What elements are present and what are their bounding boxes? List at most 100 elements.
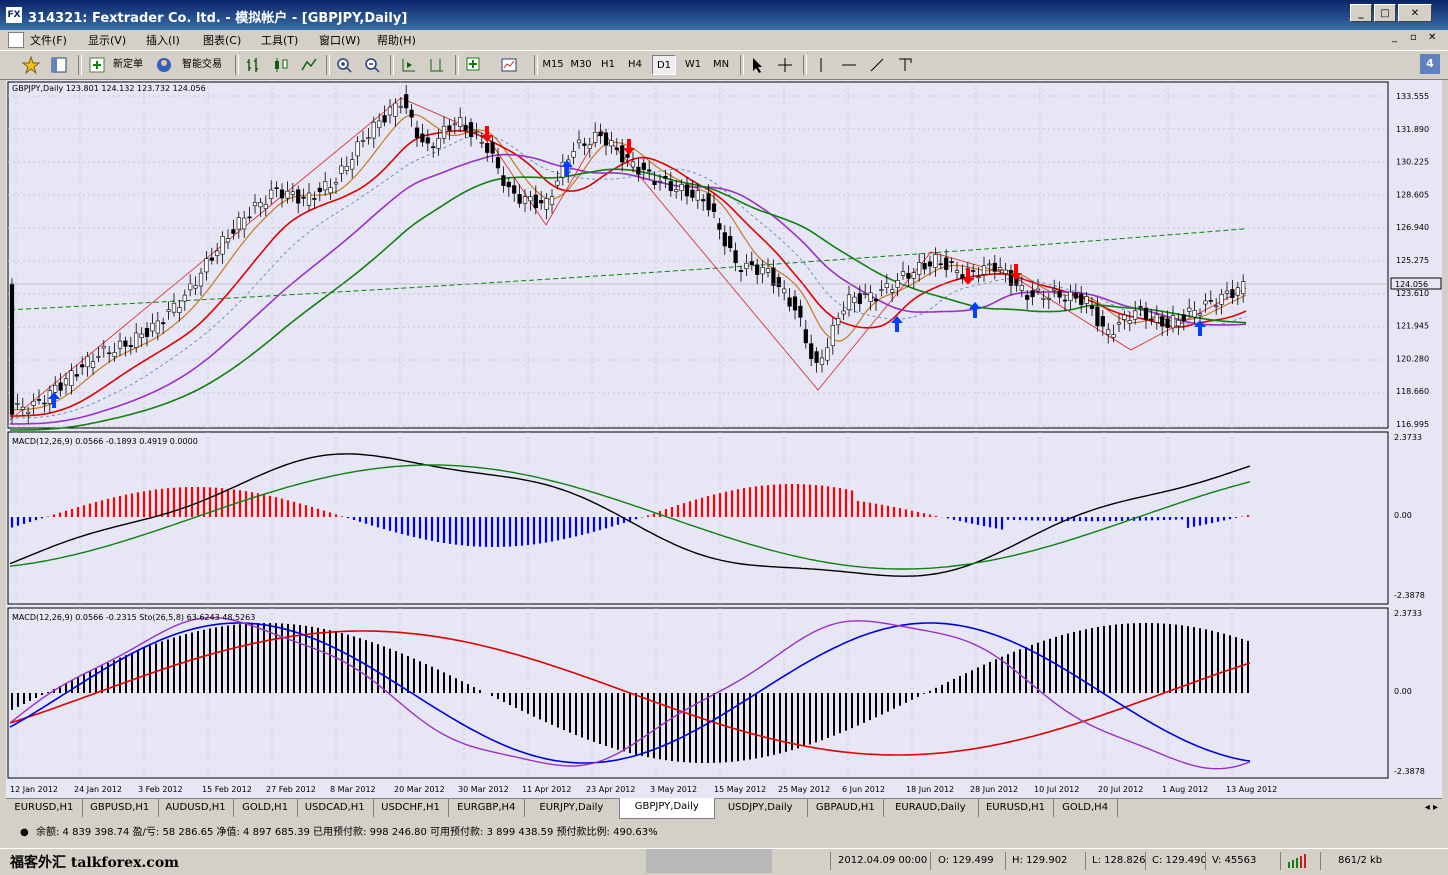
child-minimize-button[interactable]: _ bbox=[1392, 32, 1397, 43]
date-label: 11 Apr 2012 bbox=[522, 785, 571, 794]
pane-0 bbox=[7, 81, 1389, 429]
chart-canvas[interactable]: GBPJPY,Daily 123.801 124.132 123.732 124… bbox=[6, 80, 1442, 798]
navigator-icon[interactable] bbox=[50, 56, 68, 74]
candle-body bbox=[425, 137, 430, 144]
macd1-axis-label: -2.3878 bbox=[1394, 591, 1425, 600]
text-tool-icon[interactable] bbox=[896, 56, 914, 74]
date-label: 3 May 2012 bbox=[650, 785, 697, 794]
tab-gbpusd-h1[interactable]: GBPUSD,H1 bbox=[82, 799, 159, 817]
menu-tools[interactable]: 工具(T) bbox=[261, 32, 298, 48]
tab-eurusd-h1[interactable]: EURUSD,H1 bbox=[6, 799, 83, 817]
candle-body bbox=[825, 347, 830, 361]
candle-body bbox=[954, 270, 960, 274]
status-volume: V: 45563 bbox=[1212, 855, 1257, 866]
maximize-button[interactable]: □ bbox=[1374, 4, 1396, 22]
menu-chart[interactable]: 图表(C) bbox=[203, 32, 241, 48]
candle-body bbox=[706, 193, 711, 211]
new-order-button[interactable]: 新定单 bbox=[108, 55, 148, 75]
templates-icon[interactable] bbox=[500, 56, 518, 74]
timeframe-w1[interactable]: W1 bbox=[680, 55, 706, 75]
tab-usdjpy-daily[interactable]: USDJPY,Daily bbox=[713, 799, 809, 817]
candle-body bbox=[663, 175, 668, 179]
tab-gbpjpy-daily[interactable]: GBPJPY,Daily bbox=[618, 798, 715, 819]
close-button[interactable]: ✕ bbox=[1398, 4, 1432, 22]
account-info-bar: ● 余额: 4 839 398.74 盈/亏: 58 286.65 净值: 4 … bbox=[6, 822, 1442, 844]
expert-advisor-icon[interactable] bbox=[155, 56, 173, 74]
price-label: 118.660 bbox=[1396, 387, 1429, 396]
menu-window[interactable]: 窗口(W) bbox=[319, 32, 360, 48]
timeframe-m30[interactable]: M30 bbox=[568, 55, 594, 75]
bar-chart-icon[interactable] bbox=[245, 56, 263, 74]
candle-body bbox=[317, 187, 322, 192]
macd1-axis-label: 0.00 bbox=[1394, 511, 1412, 520]
child-restore-button[interactable]: ▫ bbox=[1410, 32, 1417, 43]
candle-body bbox=[1181, 314, 1186, 322]
timeframe-h1[interactable]: H1 bbox=[596, 55, 620, 75]
candle-body bbox=[296, 189, 301, 204]
candle-body bbox=[927, 261, 933, 267]
candle-body bbox=[652, 180, 657, 186]
tab-gold-h4[interactable]: GOLD,H4 bbox=[1053, 799, 1118, 817]
autoscroll-icon[interactable] bbox=[400, 56, 418, 74]
expert-trading-button[interactable]: 智能交易 bbox=[175, 55, 229, 75]
candle-body bbox=[1030, 290, 1035, 298]
candle-body bbox=[922, 263, 927, 270]
line-chart-icon[interactable] bbox=[300, 56, 318, 74]
candle-body bbox=[15, 402, 20, 405]
chart-doc-icon[interactable] bbox=[8, 32, 24, 48]
star-icon[interactable] bbox=[22, 56, 40, 74]
tab-audusd-h1[interactable]: AUDUSD,H1 bbox=[158, 799, 235, 817]
tab-scroll-arrows[interactable]: ◂ ▸ bbox=[1425, 799, 1438, 817]
candle-body bbox=[668, 181, 673, 192]
child-close-button[interactable]: ✕ bbox=[1428, 32, 1436, 43]
menu-view[interactable]: 显示(V) bbox=[88, 32, 126, 48]
tab-gbpaud-h1[interactable]: GBPAUD,H1 bbox=[807, 799, 885, 817]
trendline-icon[interactable] bbox=[868, 56, 886, 74]
zoom-in-icon[interactable] bbox=[335, 56, 353, 74]
candle-body bbox=[193, 285, 198, 289]
candle-body bbox=[1160, 316, 1165, 327]
candle-body bbox=[468, 122, 474, 137]
candlestick-icon[interactable] bbox=[272, 56, 290, 74]
timeframe-h4[interactable]: H4 bbox=[623, 55, 647, 75]
candle-body bbox=[420, 133, 425, 143]
crosshair-icon[interactable] bbox=[776, 56, 794, 74]
candle-body bbox=[630, 161, 636, 168]
tab-eurgbp-h4[interactable]: EURGBP,H4 bbox=[448, 799, 526, 817]
minimize-button[interactable]: _ bbox=[1350, 4, 1372, 22]
tab-eurusd-h1[interactable]: EURUSD,H1 bbox=[978, 799, 1055, 817]
toolbar-badge[interactable]: 4 bbox=[1420, 54, 1440, 74]
menu-help[interactable]: 帮助(H) bbox=[377, 32, 416, 48]
candle-body bbox=[879, 289, 884, 291]
macd2-axis-label: 0.00 bbox=[1394, 687, 1412, 696]
chart-window[interactable]: GBPJPY,Daily 123.801 124.132 123.732 124… bbox=[6, 80, 1442, 798]
menu-insert[interactable]: 插入(I) bbox=[146, 32, 180, 48]
tab-usdcad-h1[interactable]: USDCAD,H1 bbox=[297, 799, 374, 817]
candle-body bbox=[1089, 305, 1095, 310]
timeframe-mn[interactable]: MN bbox=[708, 55, 734, 75]
new-order-icon[interactable] bbox=[88, 56, 106, 74]
candle-body bbox=[868, 292, 873, 303]
candle-body bbox=[128, 345, 133, 347]
candle-body bbox=[306, 192, 312, 206]
cursor-icon[interactable] bbox=[748, 56, 766, 74]
status-datetime: 2012.04.09 00:00 bbox=[838, 855, 928, 866]
timeframe-m15[interactable]: M15 bbox=[540, 55, 566, 75]
indicators-icon[interactable] bbox=[465, 56, 483, 74]
date-label: 15 May 2012 bbox=[714, 785, 766, 794]
tab-euraud-daily[interactable]: EURAUD,Daily bbox=[883, 799, 979, 817]
menu-file[interactable]: 文件(F) bbox=[30, 32, 67, 48]
horizontal-line-icon[interactable] bbox=[840, 56, 858, 74]
tab-usdchf-h1[interactable]: USDCHF,H1 bbox=[373, 799, 450, 817]
timeframe-d1[interactable]: D1 bbox=[652, 55, 676, 75]
price-label: 130.225 bbox=[1396, 158, 1429, 167]
price-label: 116.995 bbox=[1396, 420, 1429, 429]
zoom-out-icon[interactable] bbox=[363, 56, 381, 74]
candle-body bbox=[36, 399, 42, 401]
vertical-line-icon[interactable] bbox=[812, 56, 830, 74]
macd2-axis-label: 2.3733 bbox=[1394, 609, 1422, 618]
tab-gold-h1[interactable]: GOLD,H1 bbox=[233, 799, 298, 817]
tab-eurjpy-daily[interactable]: EURJPY,Daily bbox=[524, 799, 620, 817]
candle-body bbox=[1073, 292, 1078, 299]
chart-shift-icon[interactable] bbox=[428, 56, 446, 74]
